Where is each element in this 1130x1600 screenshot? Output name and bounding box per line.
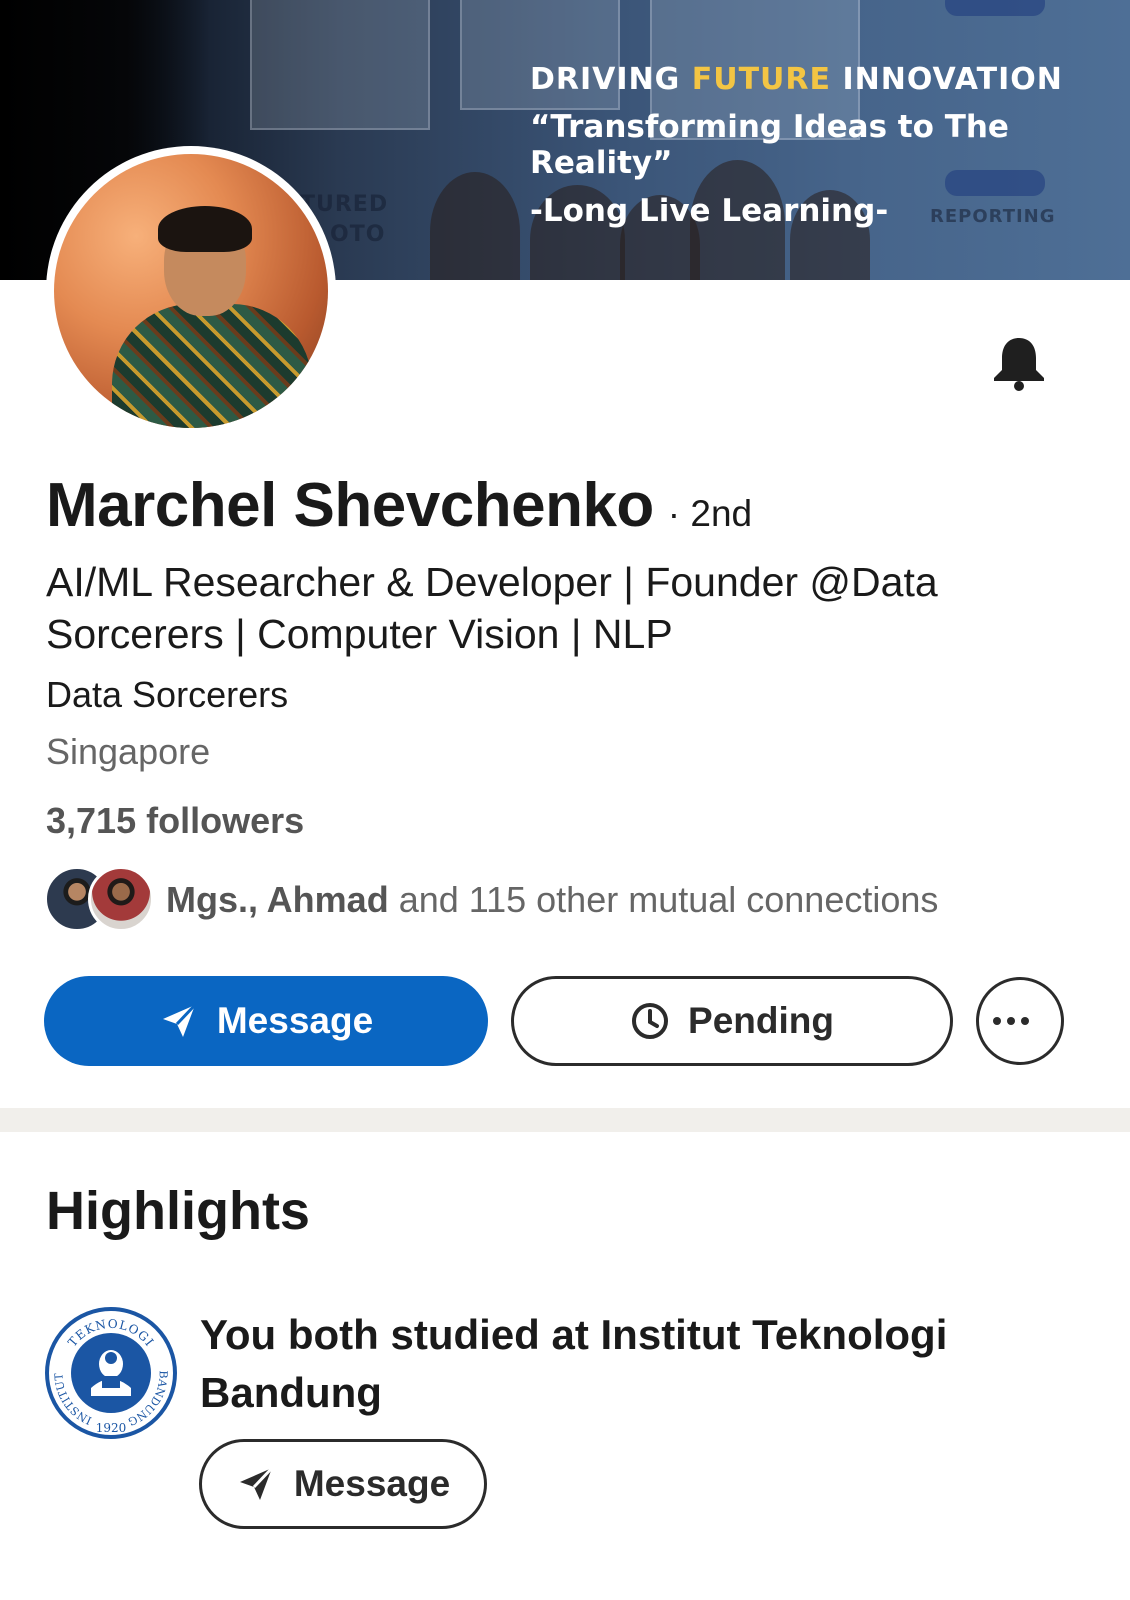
more-actions-button[interactable] (976, 977, 1064, 1065)
mutual-connections[interactable]: Mgs., Ahmad and 115 other mutual connect… (44, 866, 938, 934)
banner-board (250, 0, 430, 130)
clock-icon (632, 1003, 669, 1039)
banner-line-1: DRIVING FUTURE INNOVATION (530, 62, 1063, 97)
send-icon (239, 1466, 273, 1500)
message-button-label: Message (216, 1000, 374, 1041)
svg-text:1920: 1920 (96, 1421, 127, 1435)
message-button[interactable]: Message (44, 976, 488, 1066)
profile-name-row: Marchel Shevchenko · 2nd (46, 470, 752, 541)
highlight-message-button[interactable]: Message (199, 1439, 487, 1529)
banner-tagline: DRIVING FUTURE INNOVATION “Transforming … (530, 62, 1130, 229)
banner-bg-text: OTO (330, 222, 386, 247)
ellipsis-icon (993, 1017, 1029, 1025)
profile-company: Data Sorcerers (46, 674, 289, 715)
itb-logo-icon[interactable]: TEKNOLOGI INSTITUT BANDUNG 1920 (44, 1306, 178, 1440)
banner-line-3: -Long Live Learning- (530, 193, 889, 229)
profile-location: Singapore (46, 731, 211, 772)
followers-count[interactable]: 3,715 followers (46, 800, 304, 842)
mutual-connections-text: Mgs., Ahmad and 115 other mutual connect… (166, 879, 939, 920)
profile-avatar[interactable] (46, 146, 336, 436)
avatar-photo-hair (158, 206, 252, 252)
banner-line-2: “Transforming Ideas to The Reality” (530, 109, 1009, 181)
profile-headline: AI/ML Researcher & Developer | Founder @… (46, 559, 938, 657)
highlight-message-label: Message (293, 1463, 451, 1504)
pending-button[interactable]: Pending (511, 976, 953, 1066)
section-divider (0, 1108, 1130, 1132)
connection-degree: · 2nd (667, 493, 753, 534)
avatar-photo-shirt (112, 304, 312, 428)
highlight-shared-school: You both studied at Institut Teknologi B… (200, 1311, 948, 1416)
banner-shape (945, 0, 1045, 16)
send-icon (162, 1003, 196, 1037)
highlights-title: Highlights (46, 1181, 310, 1241)
banner-person (430, 172, 520, 280)
mutual-avatar (88, 866, 154, 932)
profile-name: Marchel Shevchenko (46, 471, 654, 540)
mutual-avatars (44, 866, 156, 934)
pending-button-label: Pending (688, 1000, 834, 1041)
bell-icon[interactable] (990, 334, 1048, 392)
avatar-photo (54, 154, 328, 428)
